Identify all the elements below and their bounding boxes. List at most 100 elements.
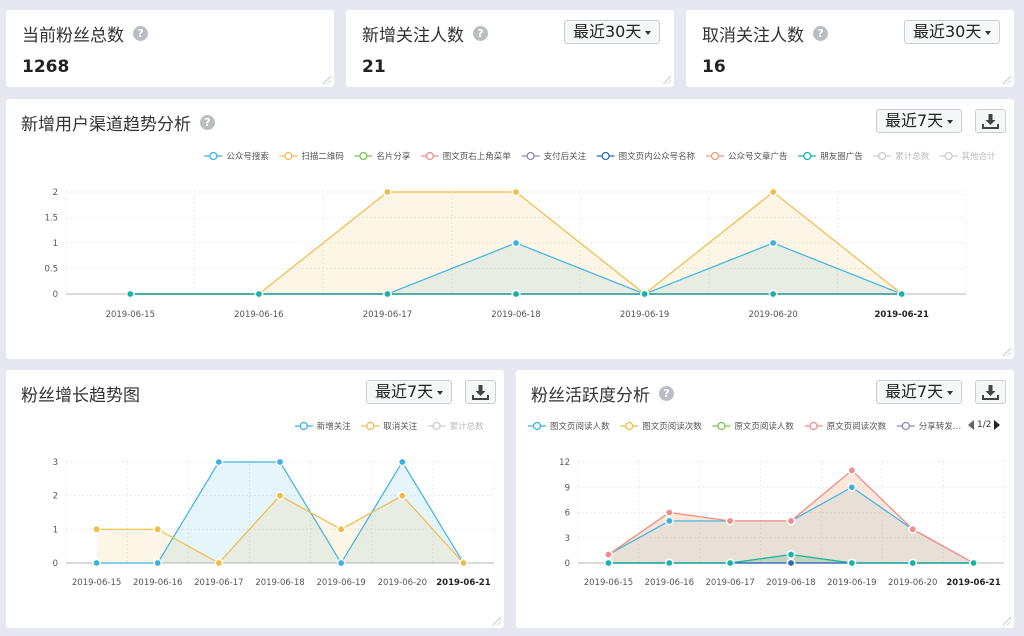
data-point bbox=[664, 516, 674, 526]
y-tick-label: 6 bbox=[565, 509, 570, 519]
legend-swatch-marker bbox=[809, 421, 818, 431]
help-icon[interactable]: ? bbox=[473, 26, 488, 41]
data-point bbox=[275, 491, 285, 500]
data-point bbox=[383, 289, 392, 299]
stat-title: 取消关注人数 bbox=[702, 26, 804, 46]
caret-down-icon bbox=[645, 30, 652, 35]
data-point bbox=[125, 289, 135, 299]
stat-card-new: 新增关注人数? 最近30天 21 bbox=[346, 10, 674, 87]
channel-chart: 0 0.5 1 1.5 2 2019-06-15 2019-06-16 2019-06-17 2… bbox=[44, 151, 997, 320]
data-point bbox=[768, 289, 778, 299]
stat-title: 当前粉丝总数 bbox=[22, 26, 124, 46]
legend-swatch-marker bbox=[299, 421, 308, 431]
x-tick-label: 2019-06-16 bbox=[234, 310, 283, 320]
stat-value: 21 bbox=[362, 57, 386, 77]
data-point bbox=[92, 525, 101, 534]
caret-down-icon bbox=[985, 30, 992, 35]
range-dropdown[interactable]: 最近30天 bbox=[904, 20, 1001, 44]
data-point bbox=[254, 289, 264, 299]
data-point bbox=[768, 187, 778, 197]
data-point bbox=[786, 558, 796, 568]
legend-label: 朋友圈广告 bbox=[820, 151, 863, 162]
legend-swatch-marker bbox=[366, 421, 375, 431]
y-tick-label: 3 bbox=[565, 534, 570, 544]
help-icon[interactable]: ? bbox=[813, 26, 828, 41]
data-point bbox=[336, 525, 346, 534]
legend-label: 公众号搜索 bbox=[226, 151, 269, 162]
resize-handle-icon bbox=[321, 74, 331, 84]
legend-label: 图文页内公众号名称 bbox=[619, 151, 696, 162]
data-point bbox=[725, 516, 735, 526]
data-point bbox=[214, 558, 224, 568]
legend-swatch-marker bbox=[601, 151, 610, 161]
y-tick-label: 2 bbox=[53, 188, 58, 198]
legend-label: 分享转发… bbox=[919, 421, 962, 432]
x-tick-label: 2019-06-15 bbox=[106, 310, 155, 320]
range-dropdown[interactable]: 最近30天 bbox=[564, 20, 661, 44]
x-tick-label: 2019-06-18 bbox=[491, 310, 540, 320]
legend-label: 新增关注 bbox=[317, 421, 352, 432]
x-tick-label: 2019-06-21 bbox=[875, 310, 929, 320]
legend-label: 累计总数 bbox=[895, 151, 930, 162]
data-point bbox=[604, 550, 613, 559]
growth-trend-panel: 粉丝增长趋势图 最近7天 0 1 2 3 2019-06-15 2019-06-16 201… bbox=[6, 370, 504, 628]
legend-swatch-marker bbox=[710, 151, 720, 161]
legend-swatch-marker bbox=[359, 151, 368, 161]
stat-title: 新增关注人数 bbox=[362, 26, 464, 46]
x-tick-label: 2019-06-20 bbox=[378, 578, 427, 588]
data-point bbox=[908, 558, 918, 568]
data-point bbox=[214, 457, 224, 467]
x-tick-label: 2019-06-19 bbox=[620, 310, 669, 320]
data-point bbox=[847, 482, 857, 492]
data-point bbox=[336, 558, 346, 568]
data-point bbox=[275, 457, 285, 467]
help-icon[interactable]: ? bbox=[133, 26, 148, 41]
data-point bbox=[786, 550, 796, 559]
activity-panel: 粉丝活跃度分析? 最近7天 1/2 0 3 6 9 12 2019-06-15 2019-0… bbox=[516, 370, 1014, 628]
channel-trend-panel: 新增用户渠道趋势分析? 最近7天 0 0.5 1 1.5 2 2019-06-15 2019… bbox=[6, 99, 1014, 359]
resize-handle-icon bbox=[661, 74, 671, 84]
data-point bbox=[383, 187, 392, 197]
data-point bbox=[92, 558, 101, 568]
data-point bbox=[511, 238, 521, 248]
legend-swatch-marker bbox=[717, 421, 726, 431]
stat-value: 16 bbox=[702, 57, 726, 77]
legend-swatch-marker bbox=[209, 151, 218, 161]
data-point bbox=[725, 558, 735, 568]
range-label: 最近30天 bbox=[913, 22, 982, 41]
legend-label: 扫描二维码 bbox=[301, 151, 344, 162]
y-tick-label: 1 bbox=[53, 239, 58, 249]
x-tick-label: 2019-06-21 bbox=[946, 578, 1000, 588]
data-point bbox=[511, 289, 521, 299]
legend-swatch-marker bbox=[526, 151, 535, 161]
y-tick-label: 9 bbox=[565, 483, 570, 493]
x-tick-label: 2019-06-16 bbox=[645, 578, 694, 588]
legend-label: 图文页右上角菜单 bbox=[443, 151, 512, 162]
legend-swatch-marker bbox=[944, 151, 953, 161]
data-point bbox=[847, 466, 857, 475]
x-tick-label: 2019-06-17 bbox=[194, 578, 243, 588]
legend-swatch-marker bbox=[432, 421, 441, 431]
legend-label: 原文页阅读次数 bbox=[827, 421, 887, 432]
data-point bbox=[459, 558, 468, 568]
stat-card-total: 当前粉丝总数? 1268 bbox=[6, 10, 334, 87]
data-point bbox=[664, 508, 674, 517]
legend-label: 累计总数 bbox=[450, 421, 485, 432]
legend-label: 公众号文章广告 bbox=[728, 151, 788, 162]
x-tick-label: 2019-06-16 bbox=[133, 578, 182, 588]
y-tick-label: 1 bbox=[53, 525, 58, 535]
legend-swatch-marker bbox=[625, 421, 634, 431]
y-tick-label: 0 bbox=[53, 290, 58, 300]
legend-label: 图文页阅读次数 bbox=[642, 421, 702, 432]
legend-label: 名片分享 bbox=[376, 151, 411, 162]
legend-swatch-marker bbox=[803, 151, 812, 161]
x-tick-label: 2019-06-19 bbox=[827, 578, 876, 588]
resize-handle-icon bbox=[1001, 74, 1011, 84]
x-tick-label: 2019-06-18 bbox=[766, 578, 815, 588]
stat-value: 1268 bbox=[22, 57, 70, 77]
legend-label: 其他合计 bbox=[962, 151, 997, 162]
y-tick-label: 12 bbox=[559, 458, 570, 468]
legend-label: 支付后关注 bbox=[544, 151, 587, 162]
legend-label: 取消关注 bbox=[383, 421, 418, 432]
y-tick-label: 0.5 bbox=[44, 265, 58, 275]
